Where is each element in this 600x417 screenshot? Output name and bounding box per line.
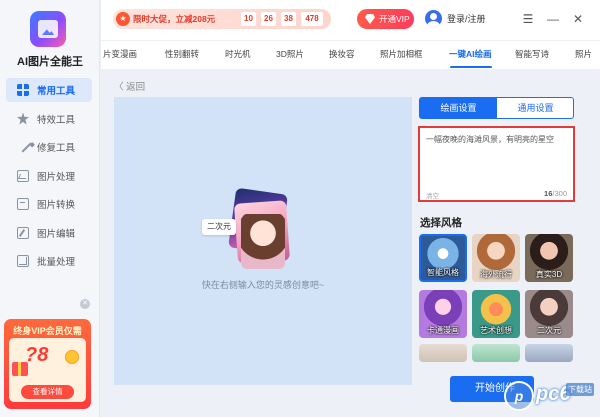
countdown-ms: 478 <box>301 12 323 26</box>
minimize-icon[interactable]: — <box>546 12 560 26</box>
wand-icon <box>14 135 32 153</box>
prompt-text: 一幅夜晚的海滩风景，有明亮的星空 <box>426 135 554 144</box>
style-overseas[interactable]: 海外流行 <box>472 234 520 282</box>
watermark: p pc6 下载站 <box>504 377 596 413</box>
convert-icon <box>17 198 29 210</box>
tab-general-settings[interactable]: 通用设置 <box>497 98 574 118</box>
tab-painting-settings[interactable]: 绘画设置 <box>420 98 497 118</box>
tab-gender-swap[interactable]: 性别翻转 <box>165 48 199 60</box>
style-smart[interactable]: 智能风格 <box>419 234 467 282</box>
promo-banner[interactable]: ★ 限时大促，立减208元 10 26 38 478 <box>113 9 331 29</box>
sidebar-item-label: 图片处理 <box>37 171 76 183</box>
tab-time-machine[interactable]: 时光机 <box>225 48 251 60</box>
tool-tabs: 片变漫画 性别翻转 时光机 3D照片 换妆容 照片加相框 一键AI绘画 智能写诗… <box>101 40 600 69</box>
user-avatar-icon[interactable] <box>425 10 442 27</box>
style-real-3d[interactable]: 真实3D <box>525 234 573 282</box>
tab-smart-poetry[interactable]: 智能写诗 <box>515 48 549 60</box>
menu-icon[interactable]: ☰ <box>521 12 535 26</box>
sidebar-item-common-tools[interactable]: 常用工具 <box>6 78 92 102</box>
sidebar-item-repair-tools[interactable]: 修复工具 <box>6 135 92 159</box>
style-label: 真实3D <box>535 270 563 279</box>
tab-photo-frame[interactable]: 照片加相框 <box>380 48 423 60</box>
style-item[interactable] <box>419 344 467 362</box>
star-icon <box>17 112 29 125</box>
style-label: 卡通漫画 <box>427 326 459 335</box>
sidebar-item-effect-tools[interactable]: 特效工具 <box>6 107 92 131</box>
preview-hint: 快在右侧输入您的灵感创意吧~ <box>201 280 325 290</box>
edit-icon <box>17 226 29 239</box>
coin-icon <box>65 350 79 364</box>
watermark-logo-icon: p <box>504 381 534 411</box>
sidebar-item-label: 常用工具 <box>37 86 76 97</box>
open-vip-button[interactable]: 开通VIP <box>357 9 414 29</box>
tab-photo[interactable]: 照片 <box>575 48 592 60</box>
grid-icon <box>17 84 29 96</box>
watermark-sub: 下载站 <box>566 383 594 396</box>
sidebar-item-label: 图片编辑 <box>37 228 76 240</box>
tab-makeup[interactable]: 换妆容 <box>329 48 355 60</box>
tab-3d-photo[interactable]: 3D照片 <box>276 48 304 60</box>
clear-prompt-button[interactable]: 清空 <box>426 190 439 200</box>
style-item[interactable] <box>525 344 573 362</box>
countdown-seconds: 38 <box>281 12 296 26</box>
style-label: 智能风格 <box>427 268 459 277</box>
sidebar-item-label: 图片转换 <box>37 200 76 211</box>
settings-tabs: 绘画设置 通用设置 <box>419 97 574 119</box>
countdown-minutes: 26 <box>261 12 276 26</box>
sidebar: AI图片全能王 常用工具 特效工具 修复工具 图片处理 图片转换 图片编辑 批量… <box>0 0 100 417</box>
prompt-input[interactable]: 一幅夜晚的海滩风景，有明亮的星空 清空 16/300 <box>418 126 575 202</box>
login-link[interactable]: 登录/注册 <box>447 12 486 25</box>
back-label: 返回 <box>126 82 146 93</box>
chevron-left-icon: 〈 <box>114 82 124 93</box>
anime-badge: 二次元 <box>202 219 236 235</box>
style-label: 海外流行 <box>480 270 512 279</box>
sample-image-front <box>241 214 285 269</box>
open-vip-label: 开通VIP <box>379 14 410 24</box>
sidebar-item-batch[interactable]: 批量处理 <box>6 249 92 273</box>
tab-ai-painting[interactable]: 一键AI绘画 <box>449 48 492 60</box>
style-art[interactable]: 艺术创想 <box>472 290 520 338</box>
sidebar-item-image-edit[interactable]: 图片编辑 <box>6 221 92 245</box>
style-section-title: 选择风格 <box>420 217 462 229</box>
diamond-icon <box>365 14 375 24</box>
back-button[interactable]: 〈 返回 <box>114 79 145 93</box>
promo-text: 限时大促，立减208元 <box>133 14 216 24</box>
active-tab-indicator <box>450 66 492 68</box>
chart-icon <box>17 169 29 182</box>
sidebar-item-label: 批量处理 <box>37 257 76 268</box>
style-anime[interactable]: 二次元 <box>525 290 573 338</box>
app-name: AI图片全能王 <box>17 56 83 68</box>
sidebar-nav: 常用工具 特效工具 修复工具 图片处理 图片转换 图片编辑 批量处理 <box>6 78 92 278</box>
app-logo-icon <box>30 11 66 47</box>
vip-details-button[interactable]: 查看详情 <box>21 385 74 399</box>
tab-comic[interactable]: 片变漫画 <box>103 48 137 60</box>
countdown-hours: 10 <box>241 12 256 26</box>
style-cartoon[interactable]: 卡通漫画 <box>419 290 467 338</box>
layers-icon <box>17 255 29 267</box>
vip-card-close-icon[interactable]: ✕ <box>80 299 90 309</box>
style-label: 艺术创想 <box>480 326 512 335</box>
vip-promo-card[interactable]: 终身VIP会员仅需 ?8 查看详情 <box>4 319 91 409</box>
sidebar-item-label: 修复工具 <box>37 143 76 154</box>
prompt-char-count: 16/300 <box>544 189 567 198</box>
top-bar: ★ 限时大促，立减208元 10 26 38 478 开通VIP 登录/注册 ☰… <box>101 0 600 40</box>
style-label: 二次元 <box>537 326 561 335</box>
vip-card-title: 终身VIP会员仅需 <box>13 326 82 336</box>
vip-card-body: ?8 查看详情 <box>9 338 86 402</box>
sidebar-item-image-processing[interactable]: 图片处理 <box>6 164 92 188</box>
sidebar-item-image-convert[interactable]: 图片转换 <box>6 192 92 216</box>
close-icon[interactable]: ✕ <box>571 12 585 26</box>
fire-icon: ★ <box>116 12 130 26</box>
style-item[interactable] <box>472 344 520 362</box>
sidebar-item-label: 特效工具 <box>37 114 76 126</box>
vip-card-price: ?8 <box>25 344 49 366</box>
